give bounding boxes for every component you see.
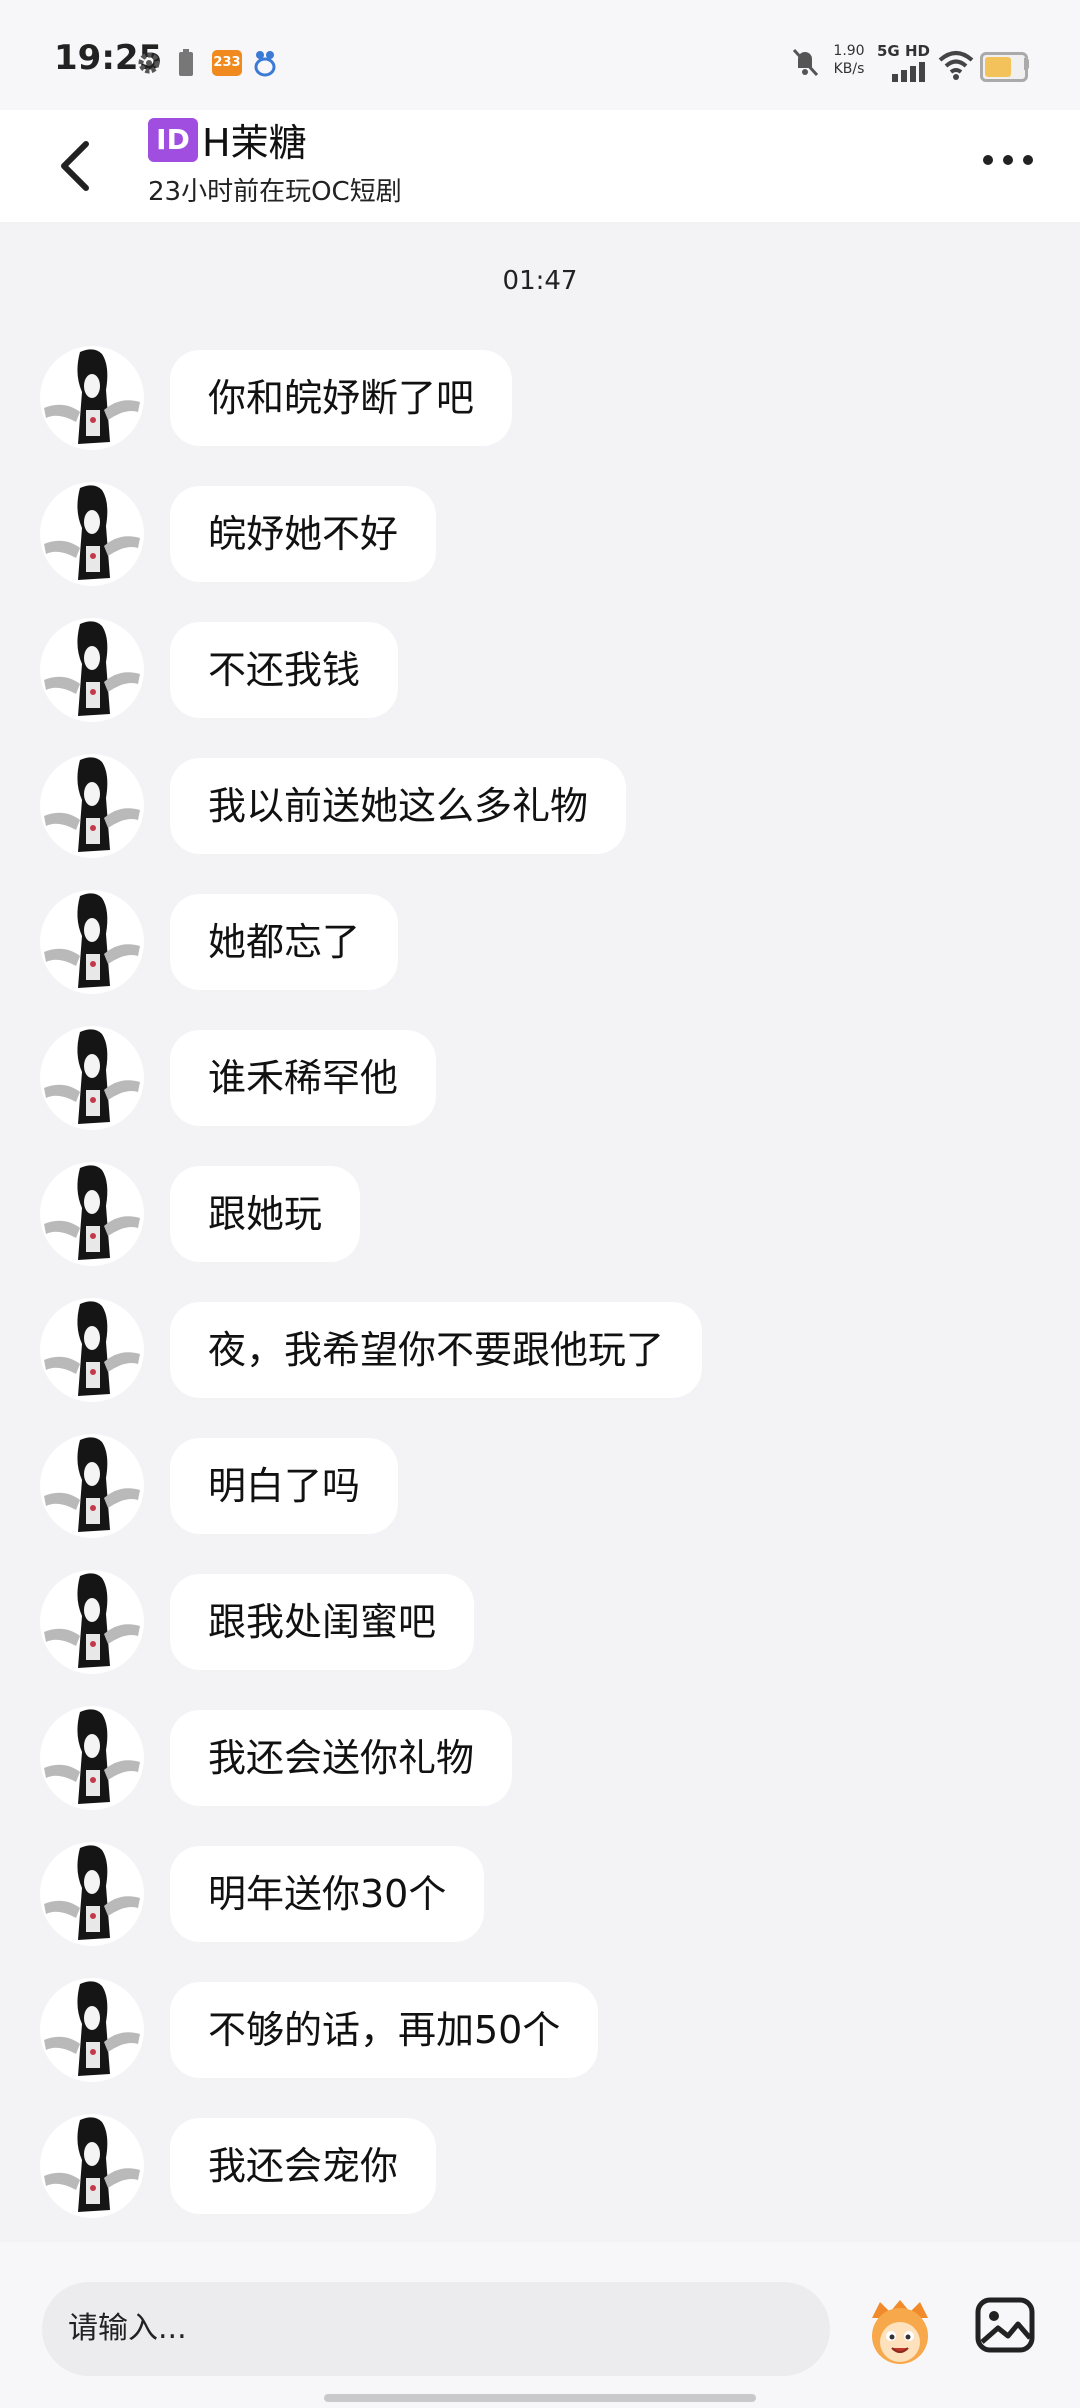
sender-avatar[interactable]: [40, 1162, 144, 1266]
message-row: 跟她玩: [40, 1162, 1040, 1266]
message-row: 我以前送她这么多礼物: [40, 754, 1040, 858]
wifi-icon: [938, 51, 974, 80]
battery-small-icon: [179, 49, 193, 76]
input-bar: 请输入...: [0, 2242, 1080, 2408]
more-options-button[interactable]: [980, 140, 1036, 180]
message-row: 我还会宠你: [40, 2114, 1040, 2218]
sender-avatar[interactable]: [40, 618, 144, 722]
message-bubble[interactable]: 明白了吗: [170, 1438, 399, 1534]
sender-avatar[interactable]: [40, 1026, 144, 1130]
sender-avatar[interactable]: [40, 1298, 144, 1402]
message-bubble[interactable]: 她都忘了: [170, 894, 399, 990]
signal-icon: [892, 62, 925, 82]
message-bubble[interactable]: 明年送你30个: [170, 1846, 485, 1942]
message-bubble[interactable]: 我还会宠你: [170, 2118, 437, 2214]
emoji-button[interactable]: [862, 2294, 938, 2370]
message-row: 她都忘了: [40, 890, 1040, 994]
sender-avatar[interactable]: [40, 1570, 144, 1674]
paw-icon: [254, 51, 276, 77]
message-row: 我还会送你礼物: [40, 1706, 1040, 1810]
sender-avatar[interactable]: [40, 2114, 144, 2218]
message-row: 夜，我希望你不要跟他玩了: [40, 1298, 1040, 1402]
status-bar: 19:25 233 1.90 KB/s 5G HD: [0, 0, 1080, 110]
message-bubble[interactable]: 跟我处闺蜜吧: [170, 1574, 475, 1670]
message-row: 不够的话，再加50个: [40, 1978, 1040, 2082]
battery-icon: [980, 52, 1028, 82]
sender-avatar[interactable]: [40, 1706, 144, 1810]
sender-avatar[interactable]: [40, 1842, 144, 1946]
gear-icon: [138, 52, 160, 74]
sender-avatar[interactable]: [40, 890, 144, 994]
sender-avatar[interactable]: [40, 346, 144, 450]
message-row: 明白了吗: [40, 1434, 1040, 1538]
message-timestamp: 01:47: [502, 266, 578, 296]
message-input[interactable]: 请输入...: [42, 2282, 830, 2376]
message-list[interactable]: 01:47 你和皖妤断了吧 皖妤她不好不还我钱我以前送她这么多礼物 她都忘了谁禾稀罕…: [0, 222, 1080, 2242]
home-indicator[interactable]: [324, 2394, 756, 2402]
net-speed: 1.90 KB/s: [833, 43, 865, 77]
message-bubble[interactable]: 跟她玩: [170, 1166, 361, 1262]
message-row: 皖妤她不好: [40, 482, 1040, 586]
message-bubble[interactable]: 不还我钱: [170, 622, 399, 718]
message-bubble[interactable]: 夜，我希望你不要跟他玩了: [170, 1302, 703, 1398]
input-placeholder: 请输入...: [68, 2311, 187, 2346]
message-bubble[interactable]: 皖妤她不好: [170, 486, 437, 582]
contact-name: H茉糖: [202, 121, 307, 165]
mute-icon: [792, 48, 819, 77]
message-row: 你和皖妤断了吧: [40, 346, 1040, 450]
sender-avatar[interactable]: [40, 754, 144, 858]
chat-header: ID H茉糖 23小时前在玩OC短剧: [0, 110, 1080, 222]
message-bubble[interactable]: 我还会送你礼物: [170, 1710, 513, 1806]
message-bubble[interactable]: 谁禾稀罕他: [170, 1030, 437, 1126]
message-row: 谁禾稀罕他: [40, 1026, 1040, 1130]
sender-avatar[interactable]: [40, 482, 144, 586]
message-row: 不还我钱: [40, 618, 1040, 722]
message-bubble[interactable]: 你和皖妤断了吧: [170, 350, 513, 446]
message-row: 跟我处闺蜜吧: [40, 1570, 1040, 1674]
id-badge: ID: [148, 117, 198, 162]
message-bubble[interactable]: 我以前送她这么多礼物: [170, 758, 627, 854]
contact-info[interactable]: ID H茉糖 23小时前在玩OC短剧: [148, 112, 402, 208]
image-button[interactable]: [974, 2294, 1036, 2356]
sender-avatar[interactable]: [40, 1434, 144, 1538]
contact-status: 23小时前在玩OC短剧: [148, 177, 402, 207]
back-button[interactable]: [52, 130, 96, 200]
app-233-icon: 233: [212, 50, 242, 76]
message-bubble[interactable]: 不够的话，再加50个: [170, 1982, 599, 2078]
message-row: 明年送你30个: [40, 1842, 1040, 1946]
network-type: 5G HD: [877, 42, 930, 60]
sender-avatar[interactable]: [40, 1978, 144, 2082]
